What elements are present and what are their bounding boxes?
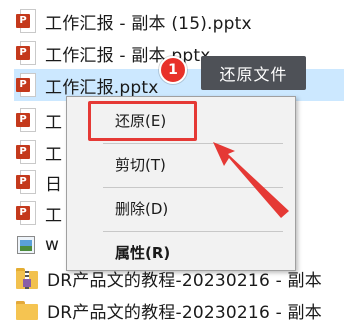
pointer-arrow-icon [213,142,289,218]
